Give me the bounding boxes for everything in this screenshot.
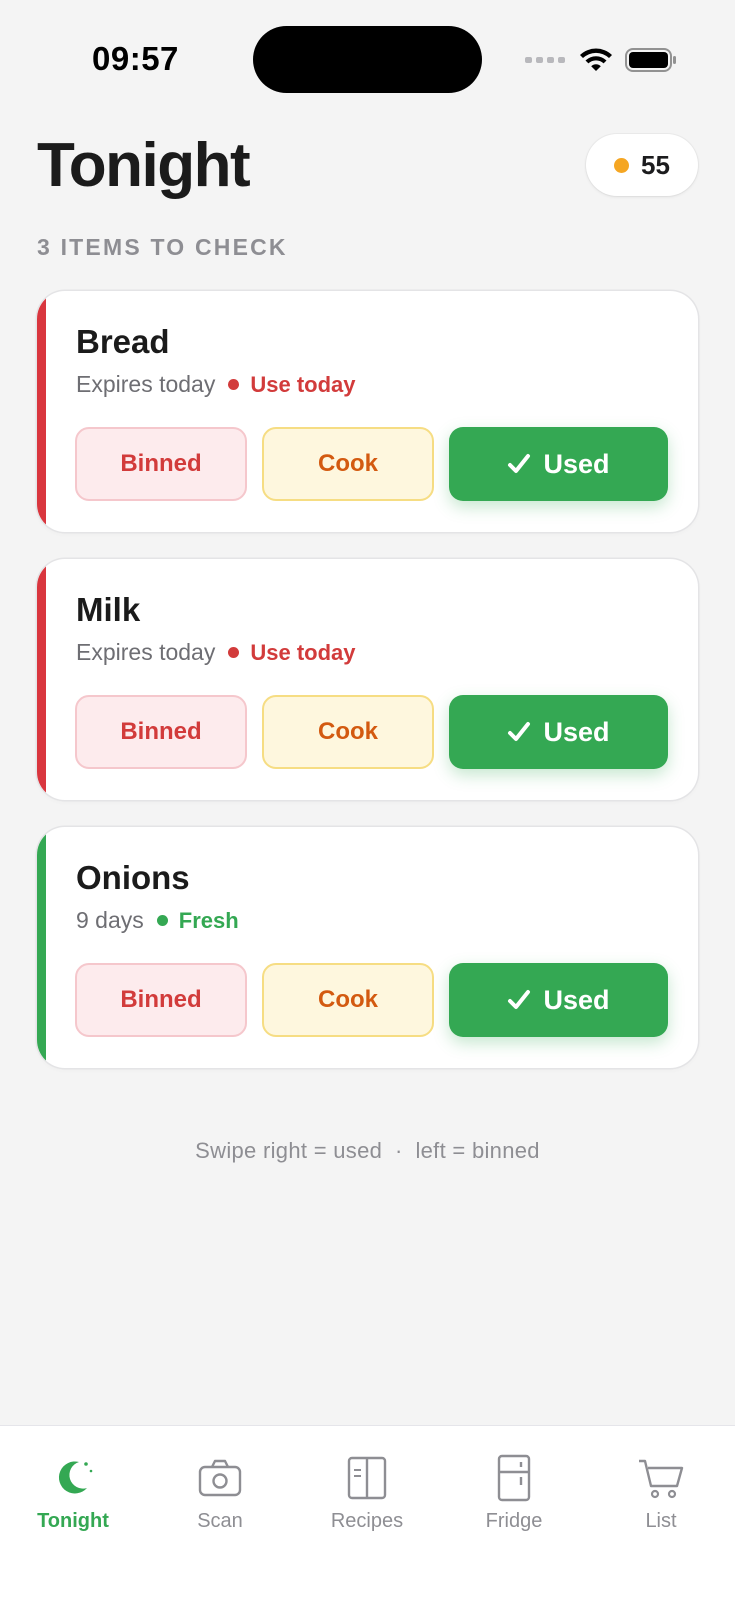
status-time: 09:57 <box>92 40 179 77</box>
item-meta: Expires today Use today <box>76 639 356 666</box>
tab-label: Fridge <box>485 1510 543 1532</box>
item-card[interactable]: Onions 9 days Fresh Binned Cook Used <box>37 827 698 1068</box>
expiry-text: Expires today <box>76 371 216 397</box>
used-button[interactable]: Used <box>449 695 668 769</box>
tab-fridge[interactable]: Fridge <box>454 1454 574 1533</box>
status-text: Use today <box>250 371 356 397</box>
tab-tonight[interactable]: Tonight <box>13 1454 133 1533</box>
book-icon <box>347 1456 387 1500</box>
binned-button[interactable]: Binned <box>75 427 247 501</box>
item-name: Onions <box>76 859 190 896</box>
page-title: Tonight <box>37 131 251 200</box>
cook-button[interactable]: Cook <box>262 963 434 1037</box>
cellular-signal-icon <box>525 57 565 63</box>
tab-recipes[interactable]: Recipes <box>307 1454 427 1533</box>
status-icons <box>525 44 677 76</box>
used-button-label: Used <box>543 716 610 747</box>
moon-icon <box>58 1461 93 1494</box>
item-meta: 9 days Fresh <box>76 907 239 934</box>
item-card[interactable]: Bread Expires today Use today Binned Coo… <box>37 291 698 532</box>
coin-icon <box>614 157 630 173</box>
urgency-accent-bar <box>37 827 46 1068</box>
camera-icon <box>198 1459 242 1497</box>
checkmark-icon <box>508 990 531 1009</box>
points-badge[interactable]: 55 <box>586 134 698 196</box>
expiry-text: 9 days <box>76 907 144 933</box>
cook-button[interactable]: Cook <box>262 427 434 501</box>
expiry-text: Expires today <box>76 639 216 665</box>
tab-bar: Tonight Scan Recipes Fridge List <box>0 1425 735 1600</box>
status-text: Use today <box>250 639 356 665</box>
points-value: 55 <box>641 149 670 180</box>
status-dot <box>228 647 240 658</box>
item-meta: Expires today Use today <box>76 371 356 398</box>
screen: 09:57 Tonight 55 3 ITEMS TO CHECK Bread … <box>0 0 735 1600</box>
fridge-icon <box>497 1454 531 1502</box>
tab-label: Scan <box>197 1510 243 1532</box>
tab-label: Recipes <box>330 1510 404 1532</box>
checkmark-icon <box>508 454 531 473</box>
tab-list[interactable]: List <box>601 1454 721 1533</box>
item-card[interactable]: Milk Expires today Use today Binned Cook… <box>37 559 698 800</box>
dynamic-island <box>253 26 482 93</box>
swipe-hint: Swipe right = used · left = binned <box>195 1138 540 1163</box>
used-button[interactable]: Used <box>449 427 668 501</box>
used-button-label: Used <box>543 984 610 1015</box>
wifi-icon <box>580 48 612 71</box>
cook-button[interactable]: Cook <box>262 695 434 769</box>
item-name: Milk <box>76 591 141 628</box>
status-dot <box>228 379 240 390</box>
items-count-label: 3 ITEMS TO CHECK <box>37 234 288 260</box>
status-text: Fresh <box>178 907 239 933</box>
battery-icon <box>625 48 676 72</box>
tab-label: List <box>645 1510 677 1532</box>
used-button-label: Used <box>543 448 610 479</box>
urgency-accent-bar <box>37 291 46 532</box>
status-dot <box>156 915 168 926</box>
cart-icon <box>639 1459 684 1499</box>
tab-label: Tonight <box>37 1510 109 1532</box>
tab-scan[interactable]: Scan <box>160 1454 280 1533</box>
binned-button[interactable]: Binned <box>75 963 247 1037</box>
used-button[interactable]: Used <box>449 963 668 1037</box>
binned-button[interactable]: Binned <box>75 695 247 769</box>
urgency-accent-bar <box>37 559 46 800</box>
item-name: Bread <box>76 323 170 360</box>
checkmark-icon <box>508 722 531 741</box>
